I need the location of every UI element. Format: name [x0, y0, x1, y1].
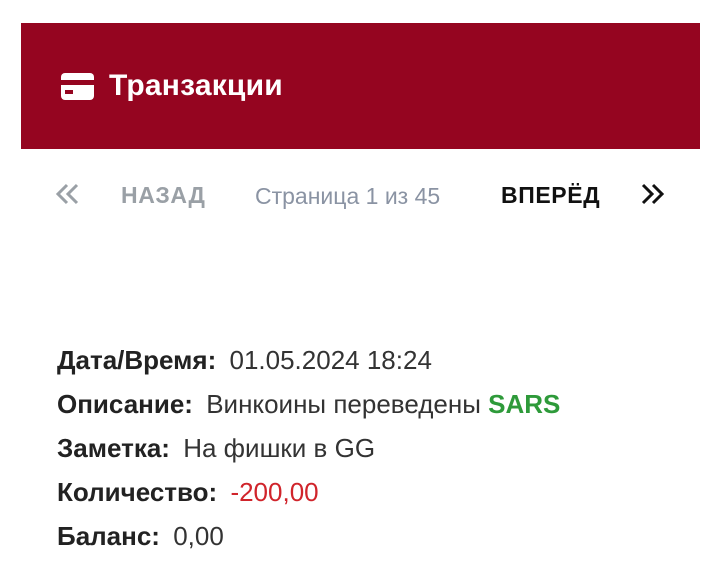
pagination: НАЗАД Страница 1 из 45 ВПЕРЁД [21, 170, 700, 220]
note-value: На фишки в GG [183, 433, 376, 463]
page-title: Транзакции [109, 69, 283, 102]
amount-label: Количество: [57, 477, 218, 507]
amount-row: Количество: -200,00 [57, 470, 697, 514]
note-row: Заметка: На фишки в GG [57, 426, 697, 470]
page-header: Транзакции [21, 23, 700, 149]
note-label: Заметка: [57, 433, 170, 463]
description-row: Описание: Винкоины переведены SARS [57, 382, 697, 426]
description-text: Винкоины переведены [206, 389, 481, 419]
datetime-label: Дата/Время: [57, 345, 217, 375]
double-chevron-left-icon[interactable] [55, 181, 81, 207]
next-page-button[interactable]: ВПЕРЁД [501, 182, 600, 209]
description-label: Описание: [57, 389, 193, 419]
amount-value: -200,00 [230, 477, 319, 507]
datetime-value: 01.05.2024 18:24 [229, 345, 432, 375]
transaction-details: Дата/Время: 01.05.2024 18:24 Описание: В… [57, 338, 697, 558]
page-indicator: Страница 1 из 45 [255, 183, 441, 209]
double-chevron-right-icon[interactable] [639, 181, 665, 207]
balance-row: Баланс: 0,00 [57, 514, 697, 558]
balance-value: 0,00 [173, 521, 224, 551]
balance-label: Баланс: [57, 521, 160, 551]
credit-card-icon [61, 72, 94, 100]
prev-page-button[interactable]: НАЗАД [121, 182, 205, 209]
description-recipient: SARS [488, 389, 561, 419]
datetime-row: Дата/Время: 01.05.2024 18:24 [57, 338, 697, 382]
